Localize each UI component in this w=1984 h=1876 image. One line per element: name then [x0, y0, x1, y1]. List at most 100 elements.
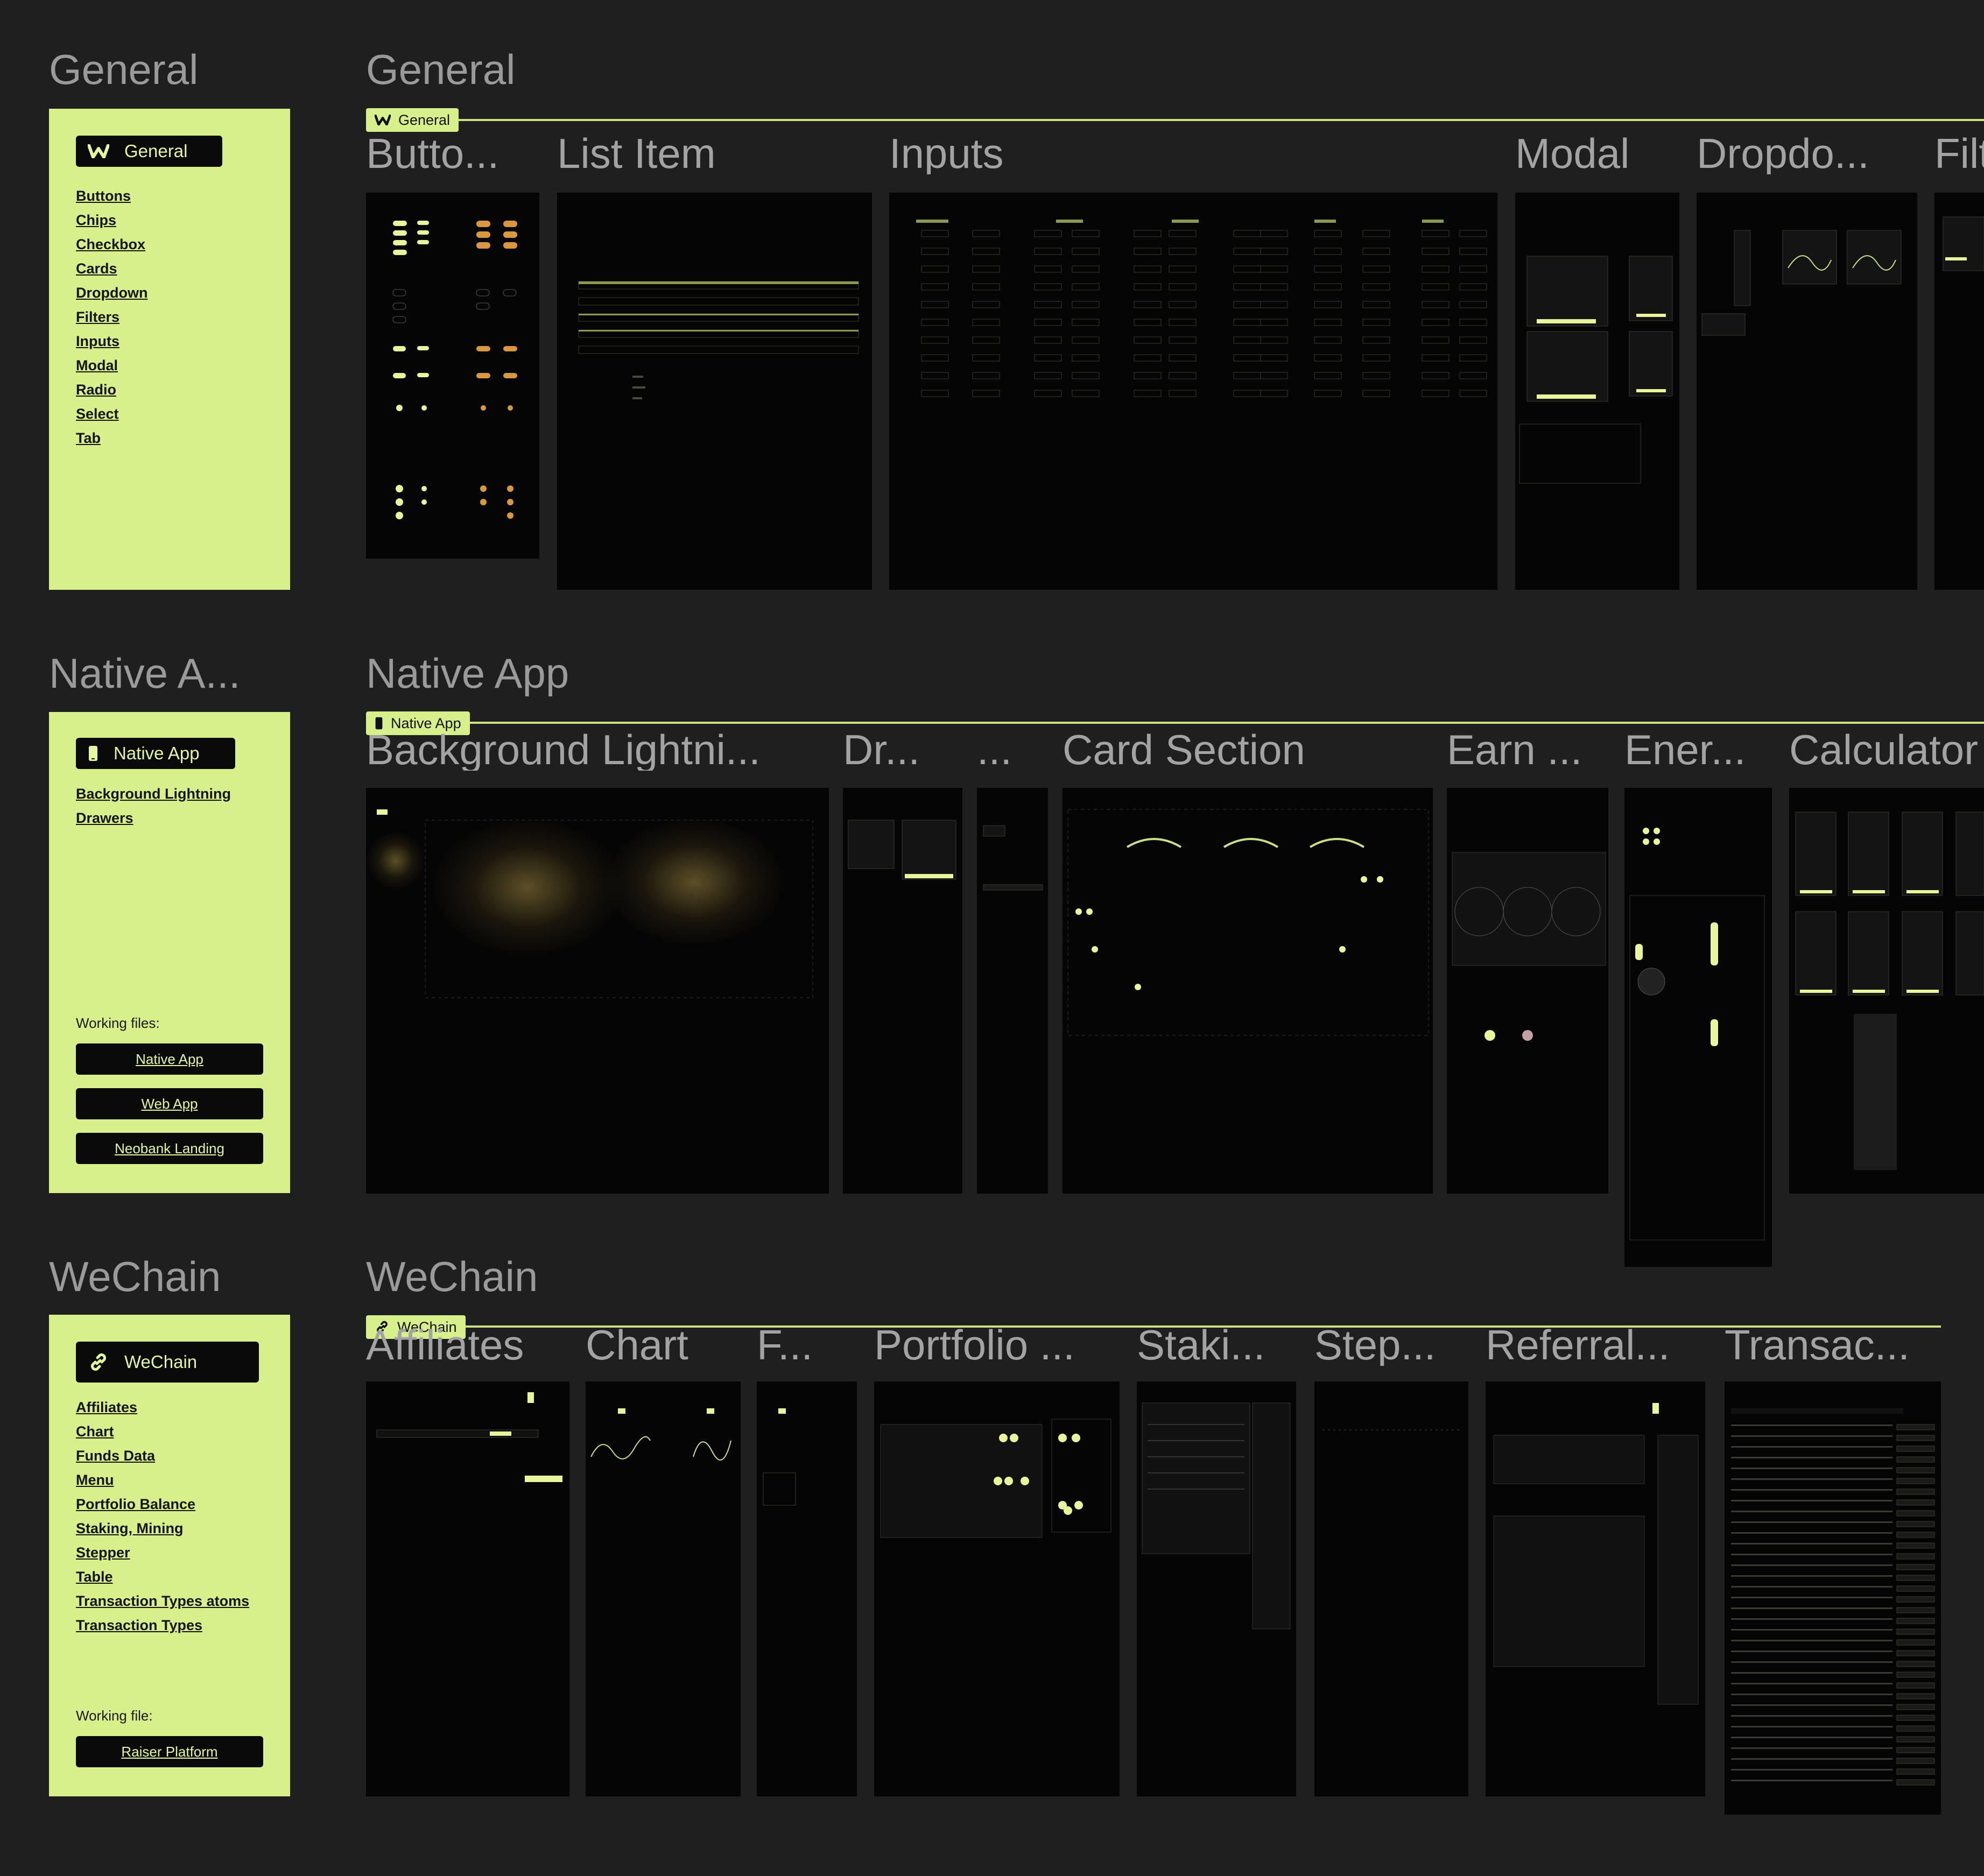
frame-stepper[interactable] [1314, 1381, 1468, 1796]
input-placeholder [972, 354, 1000, 362]
nav-link-background-lightning[interactable]: Background Lightning [76, 782, 231, 806]
nav-card-native-app: Native App Background Lightning Drawers … [49, 712, 290, 1193]
input-placeholder [1034, 390, 1062, 397]
nav-link-buttons[interactable]: Buttons [76, 184, 147, 208]
input-placeholder [1314, 230, 1342, 237]
nav-link-funds-data[interactable]: Funds Data [76, 1444, 249, 1468]
frame-affiliates[interactable] [366, 1381, 569, 1796]
frame-portfolio-balance[interactable] [874, 1381, 1120, 1796]
input-placeholder [972, 372, 1000, 379]
funds-data-preview [763, 1408, 796, 1506]
board-title-native-app: Native App [366, 650, 569, 697]
working-file-raiser-platform[interactable]: Raiser Platform [76, 1736, 263, 1767]
frame-transaction-types[interactable] [1725, 1381, 1941, 1815]
input-placeholder [1260, 265, 1288, 273]
nav-link-transaction-types-atoms[interactable]: Transaction Types atoms [76, 1589, 249, 1613]
input-placeholder [1314, 283, 1342, 291]
transaction-chip [1896, 1618, 1935, 1624]
nav-link-staking-mining[interactable]: Staking, Mining [76, 1517, 249, 1541]
nav-link-chips[interactable]: Chips [76, 208, 147, 232]
frame-chart[interactable] [586, 1381, 741, 1796]
frame-modal[interactable] [1515, 193, 1679, 590]
frame-title-dropdown: Dropdo... [1697, 132, 1869, 174]
input-placeholder [1459, 283, 1487, 291]
nav-link-filters[interactable]: Filters [76, 305, 147, 329]
nav-card-general: General Buttons Chips Checkbox Cards Dro… [49, 109, 290, 590]
transaction-row [1731, 1532, 1892, 1534]
frame-earn[interactable] [1447, 788, 1608, 1194]
input-placeholder [1459, 336, 1487, 344]
input-placeholder [1260, 354, 1288, 362]
nav-link-table[interactable]: Table [76, 1565, 249, 1589]
nav-link-tab[interactable]: Tab [76, 426, 147, 450]
nav-link-dropdown[interactable]: Dropdown [76, 281, 147, 305]
frame-inputs[interactable] [889, 193, 1497, 590]
nav-link-radio[interactable]: Radio [76, 378, 147, 402]
nav-header-wechain[interactable]: WeChain [76, 1342, 259, 1383]
transaction-chip [1896, 1489, 1935, 1495]
nav-link-modal[interactable]: Modal [76, 354, 147, 378]
transaction-chip [1896, 1768, 1935, 1775]
frame-title-drawers: Dr... [843, 729, 920, 771]
input-placeholder [1072, 319, 1100, 326]
frame-calculator[interactable] [1789, 788, 1984, 1194]
frame-funds-data[interactable] [757, 1381, 857, 1796]
nav-link-transaction-types[interactable]: Transaction Types [76, 1613, 249, 1638]
nav-link-select[interactable]: Select [76, 402, 147, 426]
nav-link-portfolio-balance[interactable]: Portfolio Balance [76, 1492, 249, 1517]
transaction-chip [1896, 1596, 1935, 1603]
input-placeholder [1422, 248, 1450, 255]
frame-card-section[interactable] [1063, 788, 1433, 1194]
input-placeholder [972, 390, 1000, 397]
nav-link-stepper[interactable]: Stepper [76, 1541, 249, 1565]
nav-link-inputs[interactable]: Inputs [76, 329, 147, 354]
frame-filters[interactable] [1934, 193, 1984, 590]
nav-link-affiliates[interactable]: Affiliates [76, 1395, 249, 1420]
input-placeholder [1362, 319, 1390, 326]
nav-link-chart[interactable]: Chart [76, 1420, 249, 1444]
section-tag-general[interactable]: General [366, 108, 459, 132]
transaction-row [1731, 1651, 1892, 1652]
working-file-web-app[interactable]: Web App [76, 1088, 263, 1119]
input-placeholder [1034, 372, 1062, 379]
input-placeholder [1260, 283, 1288, 291]
input-placeholder [1169, 336, 1197, 344]
transaction-chip [1896, 1478, 1935, 1484]
nav-link-menu[interactable]: Menu [76, 1468, 249, 1492]
input-placeholder [1134, 336, 1162, 344]
frame-title-portfolio: Portfolio ... [874, 1324, 1075, 1366]
frame-tabs-native[interactable] [977, 788, 1048, 1194]
frame-dropdown[interactable] [1697, 193, 1917, 590]
input-placeholder [921, 248, 949, 255]
input-placeholder [1314, 336, 1342, 344]
nav-header-native-app[interactable]: Native App [76, 738, 235, 769]
input-placeholder [1260, 301, 1288, 308]
buttons-preview [392, 221, 517, 519]
nav-links-general: Buttons Chips Checkbox Cards Dropdown Fi… [76, 184, 147, 450]
input-placeholder [1314, 248, 1342, 255]
input-placeholder [1034, 301, 1062, 308]
nav-link-checkbox[interactable]: Checkbox [76, 232, 147, 257]
transaction-chip [1896, 1693, 1935, 1699]
frame-referral[interactable] [1486, 1381, 1705, 1796]
input-placeholder [1034, 354, 1062, 362]
input-placeholder [1134, 354, 1162, 362]
transaction-row [1731, 1457, 1892, 1458]
frame-list-item[interactable] [557, 193, 872, 590]
nav-link-cards[interactable]: Cards [76, 257, 147, 281]
transaction-chip [1896, 1467, 1935, 1473]
frame-energy[interactable] [1624, 788, 1772, 1267]
frame-drawers[interactable] [843, 788, 962, 1194]
frame-buttons[interactable] [366, 193, 539, 559]
working-file-neobank-landing[interactable]: Neobank Landing [76, 1133, 263, 1164]
input-placeholder [1134, 265, 1162, 273]
frame-background-lightning[interactable] [366, 788, 829, 1194]
transaction-chip [1896, 1564, 1935, 1570]
input-placeholder [972, 248, 1000, 255]
input-placeholder [921, 319, 949, 326]
nav-header-general[interactable]: General [76, 136, 222, 167]
input-placeholder [1134, 372, 1162, 379]
working-file-native-app[interactable]: Native App [76, 1043, 263, 1075]
nav-link-drawers[interactable]: Drawers [76, 806, 231, 830]
frame-staking-mining[interactable] [1137, 1381, 1296, 1796]
